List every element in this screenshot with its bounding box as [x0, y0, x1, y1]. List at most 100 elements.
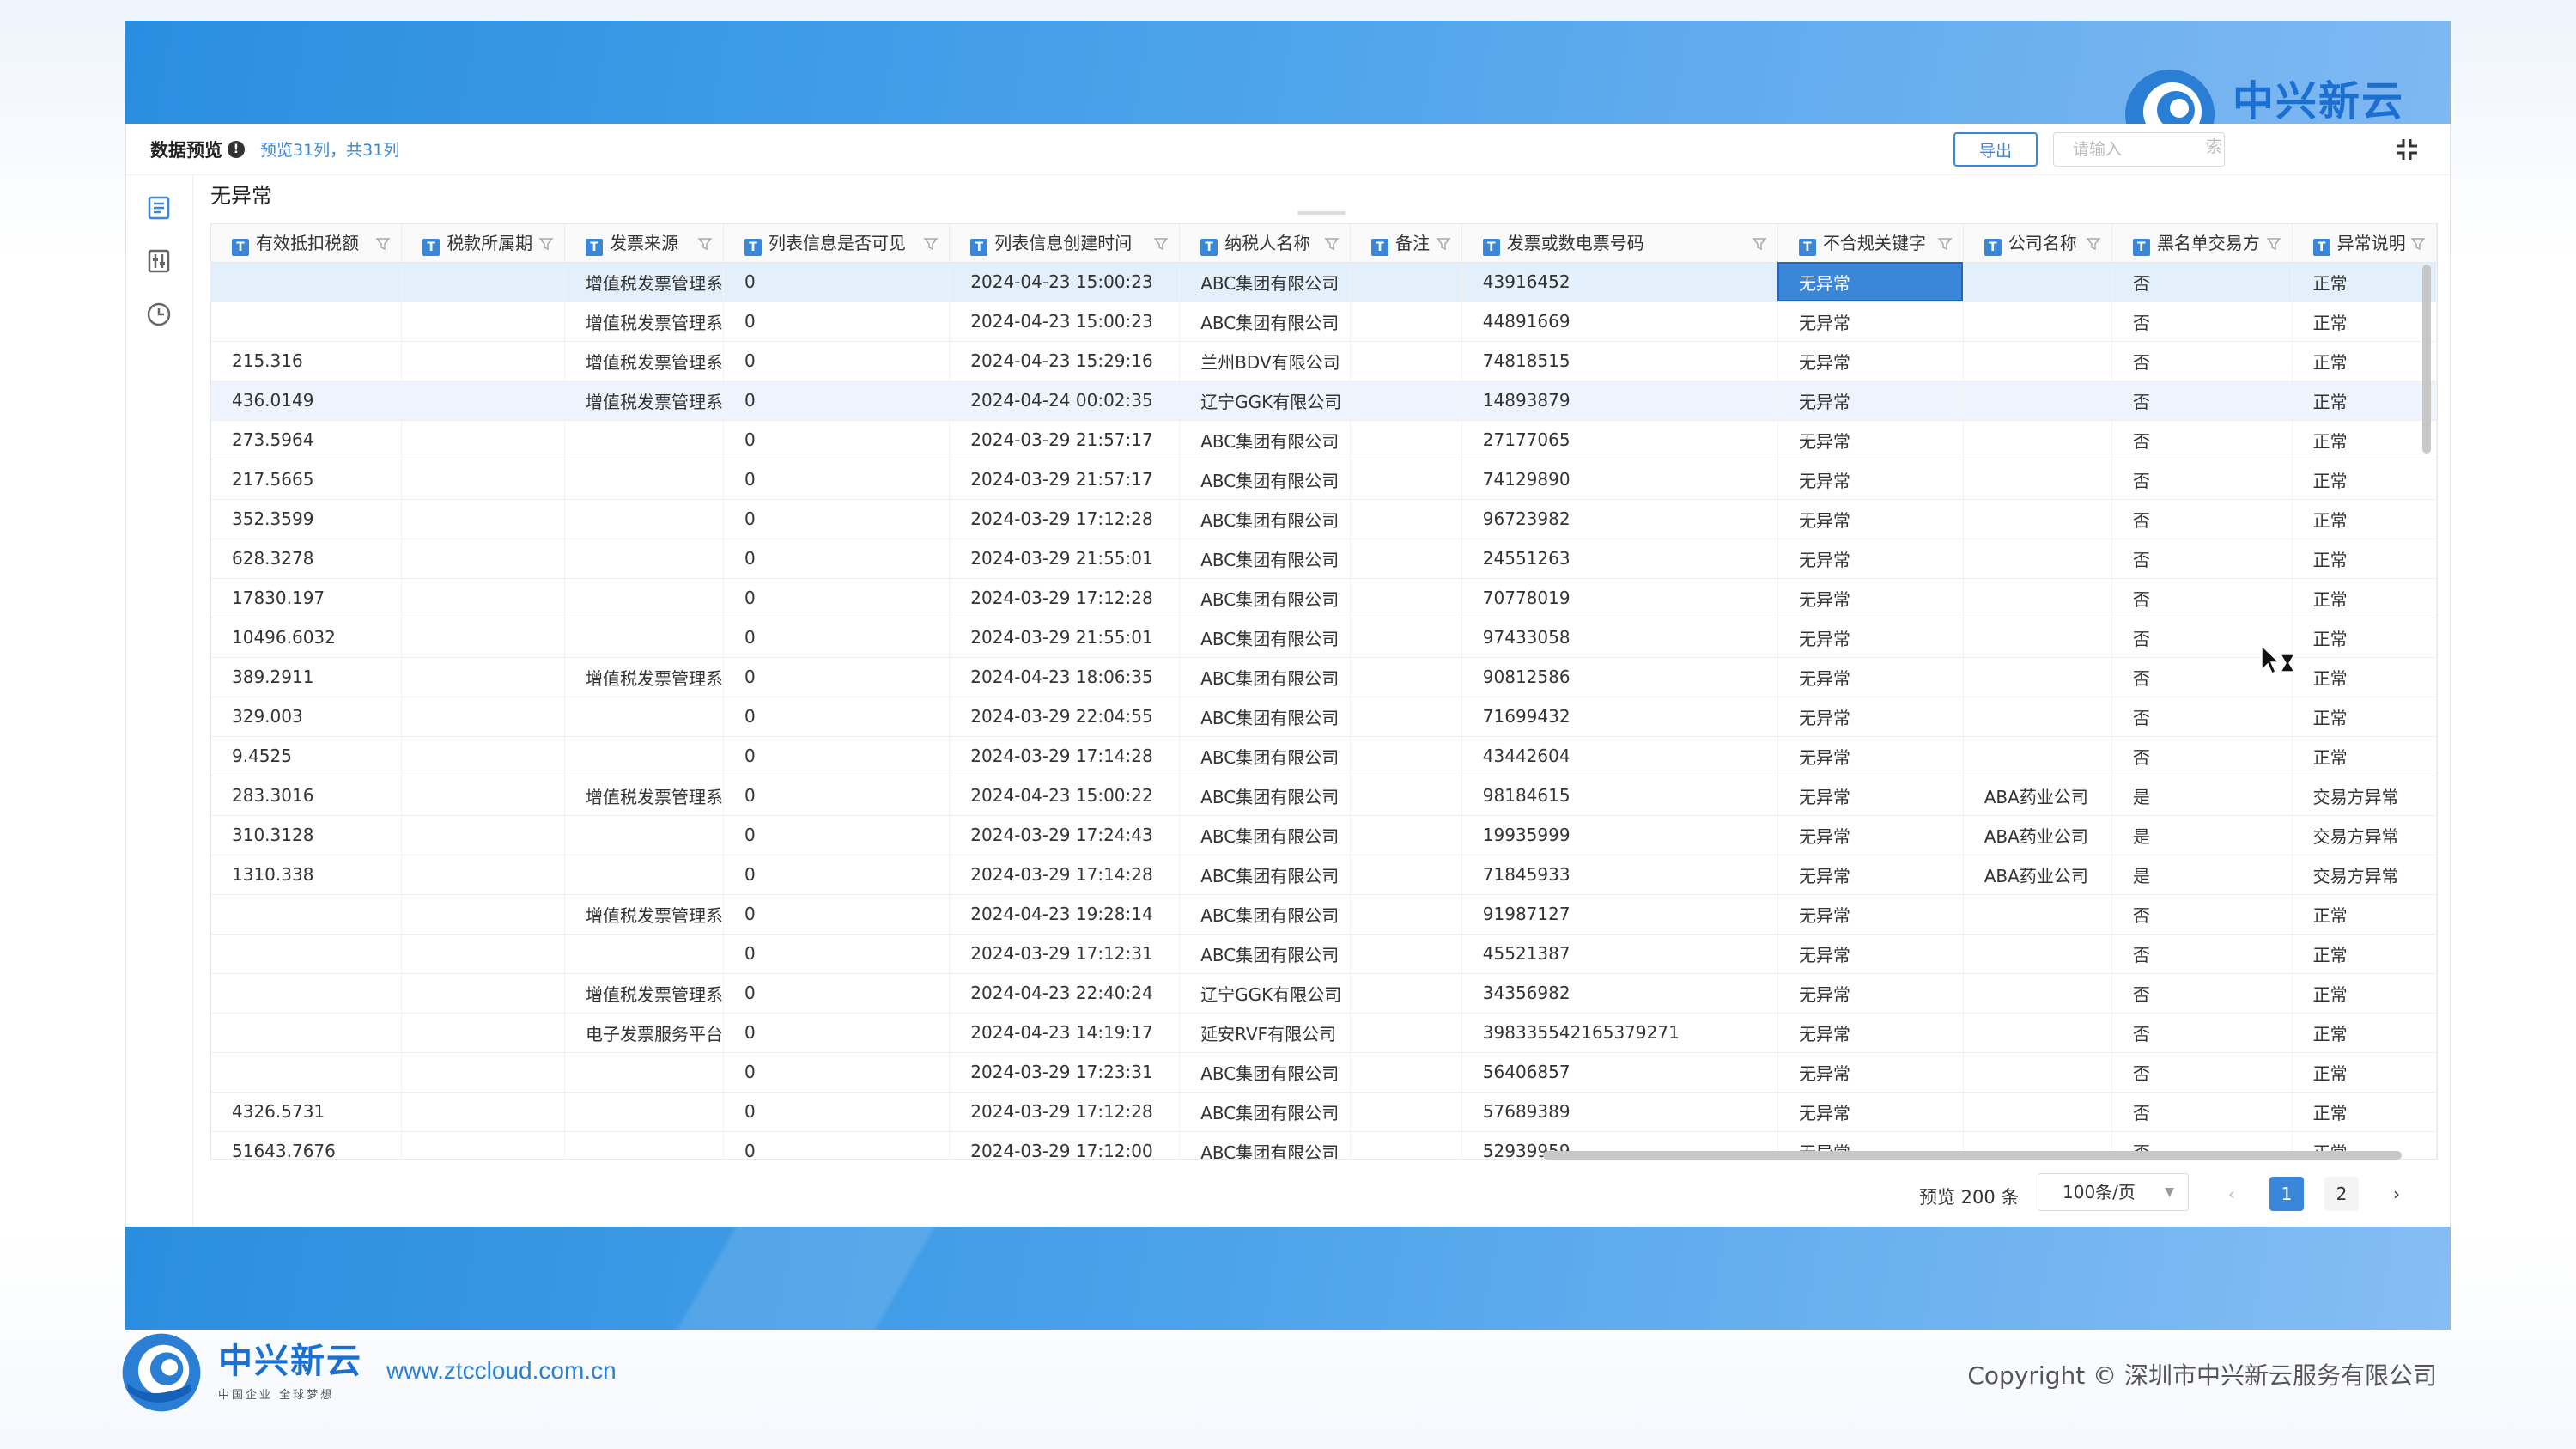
table-cell[interactable]	[1963, 499, 2112, 539]
table-cell[interactable]: 273.5964	[211, 420, 403, 460]
table-cell[interactable]: 增值税发票管理系	[564, 262, 724, 302]
settings-sliders-icon[interactable]	[145, 247, 173, 275]
table-cell[interactable]	[1963, 262, 2112, 302]
table-cell[interactable]: 否	[2111, 934, 2293, 974]
table-cell[interactable]	[1963, 618, 2112, 658]
table-row[interactable]: 0 2024-03-29 17:12:31 ABC集团有限公司 45521387 无异常…	[211, 934, 2437, 974]
table-cell[interactable]: ABC集团有限公司	[1179, 855, 1351, 895]
table-cell[interactable]: 正常	[2292, 420, 2437, 460]
table-cell[interactable]: 是	[2111, 815, 2293, 855]
table-cell[interactable]: 0	[723, 381, 951, 421]
table-row[interactable]: 增值税发票管理系 0 2024-04-23 22:40:24 辽宁GGK有限公司 343…	[211, 973, 2437, 1014]
table-cell[interactable]: 398335542165379271	[1461, 1013, 1778, 1053]
table-cell[interactable]	[564, 539, 724, 579]
table-cell[interactable]: 正常	[2292, 499, 2437, 539]
table-cell[interactable]: 0	[723, 1013, 951, 1053]
table-row[interactable]: 9.4525 0 2024-03-29 17:14:28 ABC集团有限公司 43442…	[211, 736, 2437, 776]
table-cell[interactable]	[1963, 341, 2112, 381]
table-row[interactable]: 310.3128 0 2024-03-29 17:24:43 ABC集团有限公司 199…	[211, 815, 2437, 855]
table-cell[interactable]	[1350, 381, 1462, 421]
table-cell[interactable]: 2024-03-29 17:12:31	[949, 934, 1181, 974]
table-cell[interactable]: 70778019	[1461, 578, 1778, 618]
filter-icon[interactable]	[1324, 236, 1340, 252]
table-cell[interactable]: 19935999	[1461, 815, 1778, 855]
table-row[interactable]: 217.5665 0 2024-03-29 21:57:17 ABC集团有限公司 741…	[211, 460, 2437, 500]
table-cell[interactable]: 增值税发票管理系	[564, 776, 724, 816]
table-cell[interactable]: 44891669	[1461, 301, 1778, 342]
filter-icon[interactable]	[2086, 236, 2101, 252]
exit-fullscreen-icon[interactable]	[2393, 136, 2421, 163]
table-cell[interactable]	[1963, 381, 2112, 421]
table-cell[interactable]: 正常	[2292, 578, 2437, 618]
table-cell[interactable]	[1350, 618, 1462, 658]
table-row[interactable]: 215.316 增值税发票管理系 0 2024-04-23 15:29:16 兰州BDV…	[211, 341, 2437, 381]
table-cell[interactable]: 否	[2111, 301, 2293, 342]
table-cell[interactable]	[211, 894, 403, 935]
table-cell[interactable]: 283.3016	[211, 776, 403, 816]
table-cell[interactable]: 2024-03-29 17:14:28	[949, 855, 1181, 895]
history-clock-icon[interactable]	[145, 301, 173, 328]
table-cell[interactable]	[1350, 697, 1462, 737]
table-cell[interactable]: 无异常	[1777, 539, 1964, 579]
table-cell[interactable]	[1350, 776, 1462, 816]
table-cell[interactable]	[401, 539, 565, 579]
table-cell[interactable]	[564, 420, 724, 460]
table-cell[interactable]: ABC集团有限公司	[1179, 262, 1351, 302]
table-row[interactable]: 1310.338 0 2024-03-29 17:14:28 ABC集团有限公司 718…	[211, 855, 2437, 895]
column-header[interactable]: T 备注	[1350, 224, 1462, 263]
table-cell[interactable]: 0	[723, 855, 951, 895]
filter-icon[interactable]	[1752, 236, 1767, 252]
table-row[interactable]: 0 2024-03-29 17:23:31 ABC集团有限公司 56406857 无异常…	[211, 1052, 2437, 1093]
table-cell[interactable]: ABC集团有限公司	[1179, 894, 1351, 935]
filter-icon[interactable]	[923, 236, 939, 252]
table-cell[interactable]: 2024-03-29 17:14:28	[949, 736, 1181, 776]
table-row[interactable]: 329.003 0 2024-03-29 22:04:55 ABC集团有限公司 7169…	[211, 697, 2437, 737]
table-cell[interactable]	[564, 1092, 724, 1132]
table-cell[interactable]	[564, 855, 724, 895]
table-cell[interactable]: 2024-03-29 21:55:01	[949, 539, 1181, 579]
table-cell[interactable]	[1350, 262, 1462, 302]
table-cell[interactable]	[564, 618, 724, 658]
table-cell[interactable]	[1350, 341, 1462, 381]
table-cell[interactable]	[1963, 420, 2112, 460]
table-cell[interactable]: 正常	[2292, 618, 2437, 658]
table-cell[interactable]	[401, 934, 565, 974]
table-row[interactable]: 389.2911 增值税发票管理系 0 2024-04-23 18:06:35 ABC集…	[211, 657, 2437, 697]
table-cell[interactable]: ABC集团有限公司	[1179, 776, 1351, 816]
table-cell[interactable]	[401, 736, 565, 776]
table-cell[interactable]	[1350, 855, 1462, 895]
table-cell[interactable]	[1963, 1092, 2112, 1132]
table-cell[interactable]: 无异常	[1777, 776, 1964, 816]
table-cell[interactable]: 2024-03-29 17:23:31	[949, 1052, 1181, 1093]
table-cell[interactable]: 无异常	[1777, 578, 1964, 618]
table-cell[interactable]: 2024-04-23 14:19:17	[949, 1013, 1181, 1053]
table-row[interactable]: 10496.6032 0 2024-03-29 21:55:01 ABC集团有限公司 9…	[211, 618, 2437, 658]
column-header[interactable]: T 税款所属期	[401, 224, 565, 263]
page-size-select[interactable]: 100条/页 ▼	[2038, 1173, 2189, 1211]
table-cell[interactable]	[1350, 973, 1462, 1014]
table-cell[interactable]	[1350, 301, 1462, 342]
table-cell[interactable]: 43442604	[1461, 736, 1778, 776]
table-cell[interactable]	[1350, 934, 1462, 974]
table-cell[interactable]	[1963, 934, 2112, 974]
table-cell[interactable]: 2024-03-29 17:12:28	[949, 1092, 1181, 1132]
table-row[interactable]: 628.3278 0 2024-03-29 21:55:01 ABC集团有限公司 245…	[211, 539, 2437, 579]
table-cell[interactable]: 正常	[2292, 894, 2437, 935]
table-cell[interactable]	[401, 618, 565, 658]
table-cell[interactable]: ABC集团有限公司	[1179, 499, 1351, 539]
table-cell[interactable]: 否	[2111, 1092, 2293, 1132]
table-cell[interactable]: 否	[2111, 381, 2293, 421]
table-cell[interactable]: 无异常	[1777, 1092, 1964, 1132]
table-cell[interactable]: 无异常	[1777, 934, 1964, 974]
table-cell[interactable]: ABC集团有限公司	[1179, 1052, 1351, 1093]
table-cell[interactable]: 正常	[2292, 1013, 2437, 1053]
table-cell[interactable]: ABC集团有限公司	[1179, 618, 1351, 658]
table-cell[interactable]	[1350, 1013, 1462, 1053]
table-cell[interactable]: 是	[2111, 776, 2293, 816]
page-button-1[interactable]: 1	[2269, 1177, 2304, 1211]
table-cell[interactable]: 2024-03-29 17:12:28	[949, 578, 1181, 618]
table-cell[interactable]	[401, 776, 565, 816]
table-cell[interactable]: 0	[723, 420, 951, 460]
table-cell[interactable]: 正常	[2292, 341, 2437, 381]
table-cell[interactable]	[401, 855, 565, 895]
